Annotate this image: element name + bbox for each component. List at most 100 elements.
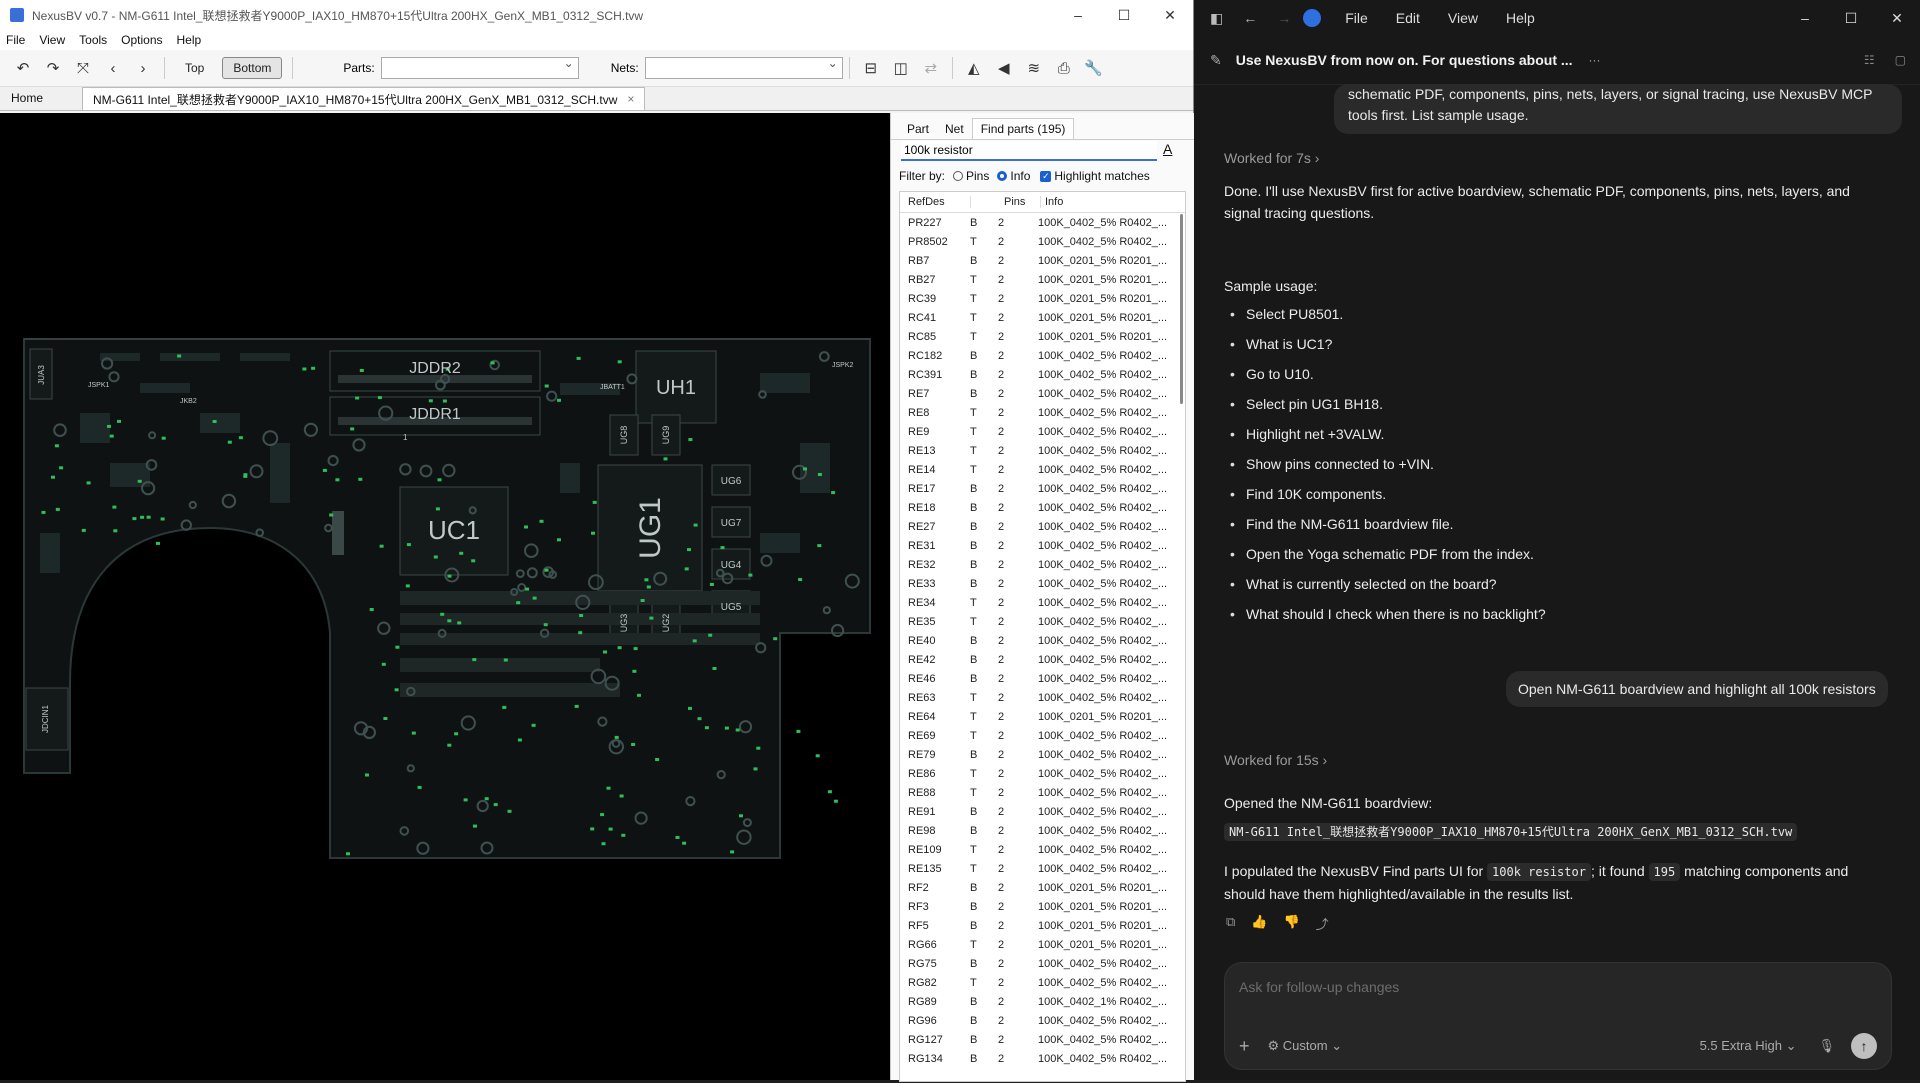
highlighted-part[interactable]: [160, 517, 165, 521]
col-pins[interactable]: Pins: [1000, 196, 1041, 208]
highlighted-part[interactable]: [51, 475, 55, 479]
highlighted-part[interactable]: [146, 515, 151, 519]
table-row[interactable]: RG96 B 2 100K_0402_5% R0402_...: [900, 1011, 1185, 1030]
highlighted-part[interactable]: [614, 735, 619, 739]
col-refdes[interactable]: RefDes: [900, 196, 971, 208]
table-row[interactable]: RE18 B 2 100K_0402_5% R0402_...: [900, 498, 1185, 517]
model-selector[interactable]: 5.5 Extra High ⌄: [1700, 1038, 1797, 1054]
highlight-matches-checkbox[interactable]: ✓: [1040, 170, 1052, 182]
table-row[interactable]: RE69 T 2 100K_0402_5% R0402_...: [900, 726, 1185, 745]
highlighted-part[interactable]: [709, 583, 714, 586]
table-row[interactable]: RE31 B 2 100K_0402_5% R0402_...: [900, 536, 1185, 555]
highlighted-part[interactable]: [41, 510, 46, 514]
highlighted-part[interactable]: [739, 814, 743, 818]
menu-tools[interactable]: Tools: [79, 33, 107, 47]
highlighted-part[interactable]: [132, 517, 137, 521]
table-row[interactable]: RG75 B 2 100K_0402_5% R0402_...: [900, 954, 1185, 973]
highlighted-part[interactable]: [81, 528, 86, 532]
table-row[interactable]: RG66 T 2 100K_0201_5% R0201_...: [900, 935, 1185, 954]
highlighted-part[interactable]: [603, 650, 607, 654]
highlighted-part[interactable]: [502, 705, 507, 709]
table-row[interactable]: RE27 B 2 100K_0402_5% R0402_...: [900, 517, 1185, 536]
highlighted-part[interactable]: [633, 647, 638, 651]
chat-minimize-button[interactable]: –: [1782, 3, 1828, 33]
tab-home[interactable]: Home: [0, 86, 54, 110]
info-radio[interactable]: [997, 171, 1008, 181]
thumbs-down-icon[interactable]: 👎: [1283, 914, 1299, 933]
highlighted-part[interactable]: [617, 646, 622, 650]
highlighted-part[interactable]: [637, 693, 641, 697]
highlighted-part[interactable]: [748, 573, 753, 577]
highlighted-part[interactable]: [365, 773, 369, 777]
highlighted-part[interactable]: [539, 519, 544, 523]
highlighted-part[interactable]: [517, 738, 522, 742]
highlighted-part[interactable]: [576, 356, 581, 360]
highlighted-part[interactable]: [442, 399, 447, 403]
highlighted-part[interactable]: [606, 786, 611, 790]
table-row[interactable]: RE17 B 2 100K_0402_5% R0402_...: [900, 479, 1185, 498]
highlighted-part[interactable]: [484, 797, 489, 801]
flip-icon[interactable]: ◀: [989, 54, 1019, 82]
table-row[interactable]: RE135 T 2 100K_0402_5% R0402_...: [900, 859, 1185, 878]
highlighted-part[interactable]: [472, 658, 477, 662]
highlighted-part[interactable]: [59, 466, 64, 470]
table-row[interactable]: PR8502 T 2 100K_0402_5% R0402_...: [900, 232, 1185, 251]
highlighted-part[interactable]: [557, 398, 561, 402]
worked-indicator-2[interactable]: Worked for 15s ›: [1224, 752, 1327, 768]
highlighted-part[interactable]: [405, 584, 410, 588]
sidebar-toggle-icon[interactable]: ◧: [1210, 10, 1223, 27]
highlighted-part[interactable]: [417, 785, 422, 789]
highlighted-part[interactable]: [655, 758, 660, 761]
highlighted-part[interactable]: [697, 717, 702, 721]
highlighted-part[interactable]: [516, 601, 521, 605]
highlighted-part[interactable]: [156, 541, 160, 545]
top-side-button[interactable]: Top: [175, 58, 214, 78]
highlighted-part[interactable]: [684, 567, 689, 571]
find-parts-search-input[interactable]: [901, 141, 1157, 161]
highlighted-part[interactable]: [447, 743, 452, 747]
highlighted-part[interactable]: [682, 841, 687, 845]
highlighted-part[interactable]: [640, 599, 645, 602]
tab-part[interactable]: Part: [899, 119, 937, 139]
highlighted-part[interactable]: [381, 662, 386, 666]
highlighted-part[interactable]: [827, 790, 832, 794]
highlighted-part[interactable]: [302, 367, 307, 371]
highlighted-part[interactable]: [428, 399, 433, 403]
highlighted-part[interactable]: [212, 420, 217, 423]
highlighted-part[interactable]: [730, 850, 735, 854]
forward-icon[interactable]: ›: [128, 54, 158, 82]
highlighted-part[interactable]: [579, 614, 584, 617]
chat-menu-edit[interactable]: Edit: [1396, 10, 1420, 26]
highlighted-part[interactable]: [608, 827, 613, 831]
table-row[interactable]: RB27 T 2 100K_0201_5% R0201_...: [900, 270, 1185, 289]
highlighted-part[interactable]: [796, 729, 801, 733]
highlighted-part[interactable]: [358, 477, 363, 481]
mirror-icon[interactable]: ◭: [959, 54, 989, 82]
highlighted-part[interactable]: [437, 478, 442, 482]
highlighted-part[interactable]: [617, 360, 622, 364]
highlighted-part[interactable]: [798, 578, 803, 581]
swap-icon[interactable]: ⇄: [916, 54, 946, 82]
minimize-button[interactable]: –: [1055, 0, 1101, 30]
composer-input[interactable]: Ask for follow-up changes: [1239, 979, 1399, 995]
maximize-button[interactable]: ☐: [1101, 0, 1147, 30]
highlighted-part[interactable]: [591, 531, 595, 535]
highlighted-part[interactable]: [704, 726, 709, 730]
split-vertical-icon[interactable]: ◫: [886, 54, 916, 82]
mode-selector[interactable]: ⚙ Custom ⌄: [1268, 1038, 1343, 1054]
table-row[interactable]: RG82 T 2 100K_0402_5% R0402_...: [900, 973, 1185, 992]
table-row[interactable]: RE63 T 2 100K_0402_5% R0402_...: [900, 688, 1185, 707]
highlighted-part[interactable]: [831, 491, 836, 495]
table-row[interactable]: RG89 B 2 100K_0402_1% R0402_...: [900, 992, 1185, 1011]
split-horizontal-icon[interactable]: ⊟: [856, 54, 886, 82]
highlighted-part[interactable]: [227, 440, 232, 444]
highlighted-part[interactable]: [557, 538, 561, 542]
tab-find-parts[interactable]: Find parts (195): [971, 118, 1075, 139]
thumbs-up-icon[interactable]: 👍: [1251, 914, 1267, 933]
highlighted-part[interactable]: [433, 555, 438, 559]
table-row[interactable]: RC41 T 2 100K_0201_5% R0201_...: [900, 308, 1185, 327]
print-icon[interactable]: ⎙: [1049, 54, 1079, 82]
highlighted-part[interactable]: [590, 827, 595, 831]
highlighted-part[interactable]: [395, 645, 400, 649]
highlighted-part[interactable]: [712, 667, 717, 670]
